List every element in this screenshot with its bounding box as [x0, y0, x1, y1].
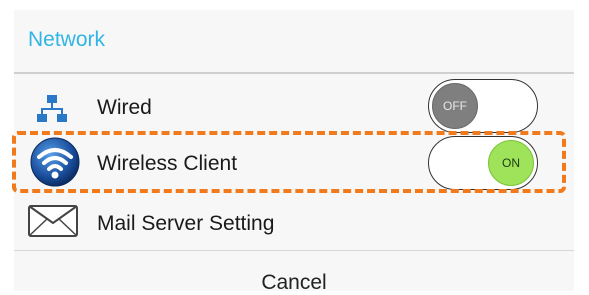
- network-icon: [36, 94, 68, 131]
- mail-icon: [28, 205, 78, 242]
- wired-label: Wired: [97, 96, 152, 119]
- wireless-client-toggle[interactable]: ON: [428, 136, 538, 190]
- wifi-icon: [30, 137, 80, 192]
- toggle-knob-on: ON: [488, 140, 534, 186]
- dialog-header: Network: [14, 10, 574, 72]
- list-item-wireless-client[interactable]: Wireless Client ON: [14, 136, 574, 194]
- dialog-title: Network: [28, 28, 106, 51]
- mail-server-setting-label: Mail Server Setting: [97, 212, 275, 235]
- list-item-wired[interactable]: Wired OFF: [14, 79, 574, 138]
- wired-toggle[interactable]: OFF: [428, 79, 538, 133]
- header-divider: [14, 72, 574, 74]
- list-item-mail-server-setting[interactable]: Mail Server Setting: [14, 196, 574, 250]
- network-dialog: Network Wired OFF Wireless Client ON Mai…: [14, 10, 574, 294]
- cancel-button[interactable]: Cancel: [14, 251, 574, 294]
- wireless-client-label: Wireless Client: [97, 152, 238, 175]
- toggle-knob-off: OFF: [432, 83, 478, 129]
